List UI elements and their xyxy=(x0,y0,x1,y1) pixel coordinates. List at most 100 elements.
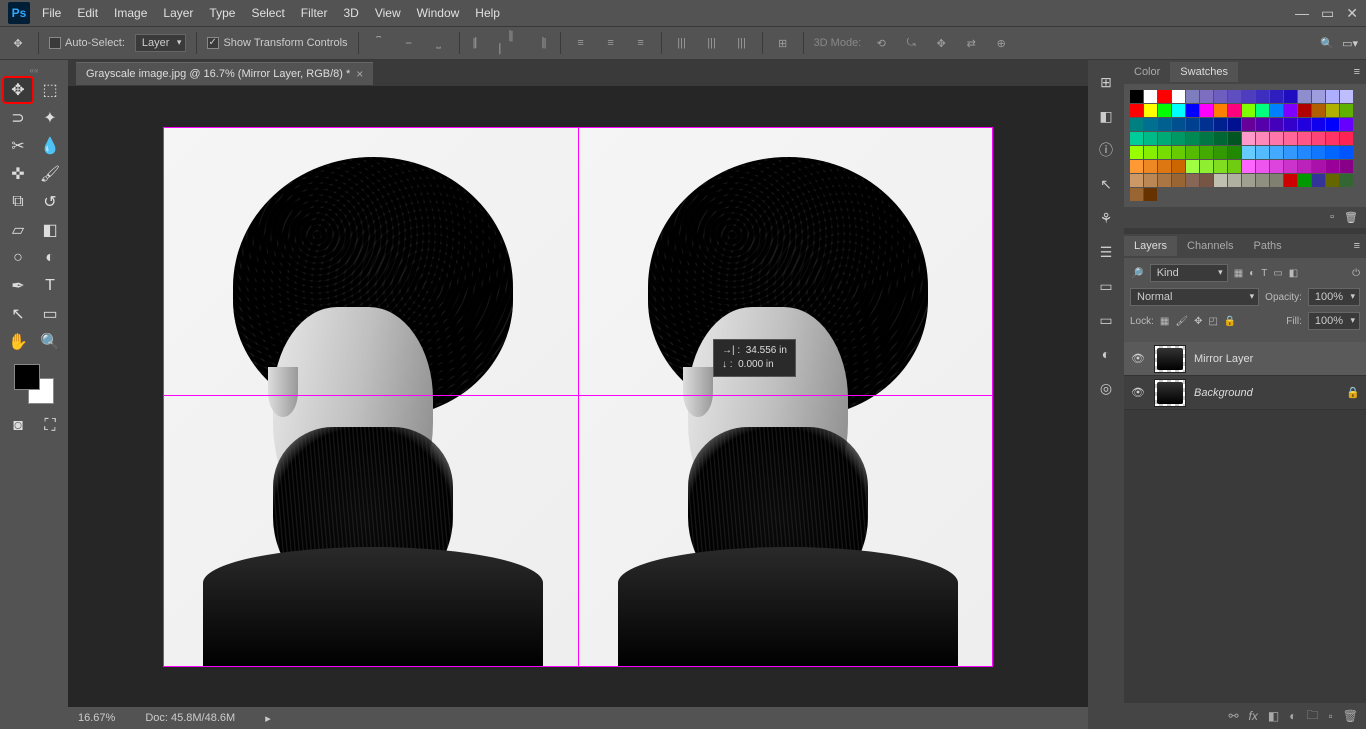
layer-group-icon[interactable]: 🗀 xyxy=(1306,706,1318,727)
dodge-tool[interactable]: ◐ xyxy=(36,246,64,270)
3d-zoom-icon[interactable]: ⊕ xyxy=(991,33,1011,53)
align-bottom-icon[interactable]: ⎵ xyxy=(429,33,449,53)
swatch[interactable] xyxy=(1340,146,1353,159)
swatch[interactable] xyxy=(1214,90,1227,103)
swatch[interactable] xyxy=(1256,132,1269,145)
swatch[interactable] xyxy=(1158,160,1171,173)
swatch[interactable] xyxy=(1298,118,1311,131)
tab-paths[interactable]: Paths xyxy=(1244,236,1292,256)
shape-tool[interactable]: ▭ xyxy=(36,302,64,326)
panel-shortcut-8[interactable]: ◐ xyxy=(1094,342,1118,366)
guide-horizontal[interactable] xyxy=(163,666,993,667)
new-layer-icon[interactable]: ▫ xyxy=(1329,709,1333,723)
swatch[interactable] xyxy=(1298,90,1311,103)
swatch[interactable] xyxy=(1242,174,1255,187)
swatch[interactable] xyxy=(1158,118,1171,131)
swatch[interactable] xyxy=(1284,118,1297,131)
swatch[interactable] xyxy=(1172,118,1185,131)
blend-mode-select[interactable]: Normal xyxy=(1130,288,1259,306)
path-select-tool[interactable]: ↖ xyxy=(4,302,32,326)
menu-3d[interactable]: 3D xyxy=(335,2,366,24)
swatch[interactable] xyxy=(1144,132,1157,145)
swatch[interactable] xyxy=(1340,132,1353,145)
swatch[interactable] xyxy=(1130,174,1143,187)
filter-shape-icon[interactable]: ▭ xyxy=(1273,268,1282,279)
swatch[interactable] xyxy=(1326,104,1339,117)
swatch[interactable] xyxy=(1312,160,1325,173)
panel-shortcut-4[interactable]: ⚘ xyxy=(1094,206,1118,230)
swatch[interactable] xyxy=(1186,90,1199,103)
doc-size[interactable]: Doc: 45.8M/48.6M xyxy=(145,712,235,724)
minimize-icon[interactable]: — xyxy=(1295,5,1309,22)
tab-color[interactable]: Color xyxy=(1124,62,1170,82)
crop-tool[interactable]: ✂ xyxy=(4,134,32,158)
3d-roll-icon[interactable]: ⤿ xyxy=(901,33,921,53)
delete-layer-icon[interactable]: 🗑 xyxy=(1343,709,1358,723)
swatch[interactable] xyxy=(1144,160,1157,173)
color-swatches[interactable] xyxy=(14,364,54,404)
menu-image[interactable]: Image xyxy=(106,2,155,24)
close-tab-icon[interactable]: × xyxy=(356,67,363,81)
swatch[interactable] xyxy=(1144,90,1157,103)
align-hcenter-icon[interactable]: ⎹|⎸ xyxy=(500,33,520,53)
swatch[interactable] xyxy=(1200,160,1213,173)
swatch[interactable] xyxy=(1228,174,1241,187)
swatch[interactable] xyxy=(1284,174,1297,187)
lock-image-icon[interactable]: 🖌 xyxy=(1175,316,1188,327)
restore-icon[interactable]: ▭ xyxy=(1321,5,1334,22)
swatch[interactable] xyxy=(1158,132,1171,145)
auto-align-icon[interactable]: ⊞ xyxy=(773,33,793,53)
layer-mask-icon[interactable]: ◧ xyxy=(1268,709,1279,723)
delete-swatch-icon[interactable]: 🗑 xyxy=(1344,211,1358,224)
swatch[interactable] xyxy=(1186,132,1199,145)
panel-shortcut-7[interactable]: ▭ xyxy=(1094,308,1118,332)
swatch[interactable] xyxy=(1228,90,1241,103)
document-tab[interactable]: Grayscale image.jpg @ 16.7% (Mirror Laye… xyxy=(76,62,373,85)
swatch[interactable] xyxy=(1298,146,1311,159)
status-more-icon[interactable]: ▸ xyxy=(265,712,271,725)
tab-channels[interactable]: Channels xyxy=(1177,236,1243,256)
3d-slide-icon[interactable]: ⇄ xyxy=(961,33,981,53)
swatch[interactable] xyxy=(1340,160,1353,173)
swatch[interactable] xyxy=(1326,118,1339,131)
swatch[interactable] xyxy=(1256,118,1269,131)
swatch[interactable] xyxy=(1172,104,1185,117)
canvas[interactable]: →| : 34.556 in ↓ : 0.000 in xyxy=(163,127,993,667)
swatch[interactable] xyxy=(1256,160,1269,173)
swatch[interactable] xyxy=(1172,132,1185,145)
toolbox-grip[interactable]: «« xyxy=(4,66,64,74)
swatch[interactable] xyxy=(1200,174,1213,187)
brush-tool[interactable]: 🖌 xyxy=(36,162,64,186)
align-vcenter-icon[interactable]: ⎯ xyxy=(399,33,419,53)
swatch[interactable] xyxy=(1284,90,1297,103)
swatch[interactable] xyxy=(1144,104,1157,117)
swatch[interactable] xyxy=(1130,146,1143,159)
spot-heal-tool[interactable]: ✜ xyxy=(4,162,32,186)
swatch[interactable] xyxy=(1130,90,1143,103)
menu-view[interactable]: View xyxy=(367,2,409,24)
swatch[interactable] xyxy=(1312,118,1325,131)
swatch[interactable] xyxy=(1242,118,1255,131)
panel-shortcut-5[interactable]: ☰ xyxy=(1094,240,1118,264)
foreground-color-swatch[interactable] xyxy=(14,364,40,390)
guide-horizontal[interactable] xyxy=(163,127,993,128)
lasso-tool[interactable]: ⊃ xyxy=(4,106,32,130)
quickmask-icon[interactable]: ◙ xyxy=(4,414,32,438)
opacity-input[interactable]: 100% xyxy=(1308,288,1360,306)
fill-input[interactable]: 100% xyxy=(1308,312,1360,330)
link-layers-icon[interactable]: ⚯ xyxy=(1228,709,1238,723)
panel-shortcut-3[interactable]: ↖ xyxy=(1094,172,1118,196)
eraser-tool[interactable]: ▱ xyxy=(4,218,32,242)
swatch[interactable] xyxy=(1242,104,1255,117)
lock-artboard-icon[interactable]: ◰ xyxy=(1208,316,1217,327)
swatch[interactable] xyxy=(1284,160,1297,173)
swatch[interactable] xyxy=(1214,146,1227,159)
swatch[interactable] xyxy=(1144,146,1157,159)
layer-fx-icon[interactable]: fx xyxy=(1249,709,1258,723)
swatch[interactable] xyxy=(1228,146,1241,159)
3d-orbit-icon[interactable]: ⟲ xyxy=(871,33,891,53)
layer-thumbnail[interactable] xyxy=(1154,345,1186,373)
swatch[interactable] xyxy=(1298,160,1311,173)
swatch[interactable] xyxy=(1242,132,1255,145)
hand-tool[interactable]: ✋ xyxy=(4,330,32,354)
